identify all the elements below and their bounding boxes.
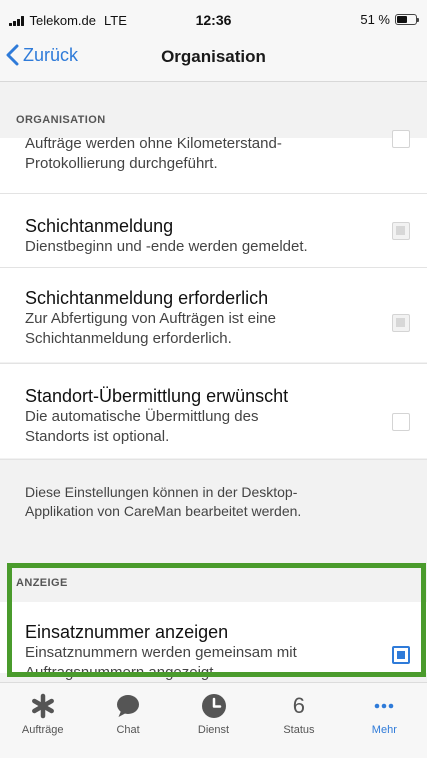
status-bar: Telekom.de LTE 12:36 51 % [0, 0, 427, 38]
setting-row-einsatznummer-anzeigen: Einsatznummer anzeigen Einsatznummern we… [0, 602, 427, 681]
setting-description-line1: Die automatische Übermittlung des [25, 408, 259, 425]
setting-checkbox-kilometerstand[interactable] [392, 130, 410, 148]
tab-label: Aufträge [21, 724, 64, 736]
setting-description-partial-line1: Aufträge werden ohne Kilometerstand- [25, 135, 282, 152]
settings-list[interactable]: ORGANISATION Aufträge werden ohne Kilome… [0, 82, 427, 682]
tab-label: Chat [116, 724, 140, 736]
setting-title: Schichtanmeldung erforderlich [25, 288, 269, 308]
battery-percentage: 51 % [360, 12, 390, 27]
setting-row-standort-uebermittlung: Standort-Übermittlung erwünscht Die auto… [0, 364, 427, 458]
chat-bubble-icon [115, 693, 141, 719]
section-header-anzeige: ANZEIGE [16, 577, 68, 589]
tab-label: Status [283, 724, 315, 736]
setting-checkbox-schichtanmeldung[interactable] [392, 222, 410, 240]
setting-description-line2: Auftragsnummern angezeigt [25, 664, 214, 681]
setting-title: Standort-Übermittlung erwünscht [25, 386, 289, 406]
footer-note-line1: Diese Einstellungen können in der Deskto… [25, 484, 298, 500]
setting-checkbox-einsatznummer-anzeigen[interactable] [392, 646, 410, 664]
tab-auftraege[interactable]: Aufträge [0, 683, 85, 758]
section-footer-note: Diese Einstellungen können in der Deskto… [25, 483, 405, 521]
status-number: 6 [292, 693, 306, 718]
setting-row-kilometerstand: Aufträge werden ohne Kilometerstand- Pro… [0, 130, 427, 194]
tab-bar: Aufträge Chat Dienst 6 Status Mehr [0, 682, 427, 758]
setting-title: Schichtanmeldung [25, 216, 174, 236]
clock-icon [201, 693, 227, 719]
setting-description-line2: Schichtanmeldung erforderlich. [25, 330, 232, 347]
tab-label: Dienst [197, 724, 230, 736]
tab-chat[interactable]: Chat [85, 683, 170, 758]
setting-checkbox-standort-uebermittlung[interactable] [392, 413, 410, 431]
footer-note-line2: Applikation von CareMan bearbeitet werde… [25, 503, 302, 519]
setting-description-line1: Einsatznummern werden gemeinsam mit [25, 644, 297, 661]
setting-description-line1: Zur Abfertigung von Aufträgen ist eine [25, 310, 276, 327]
navigation-bar: Zurück Organisation [0, 38, 427, 82]
battery-icon [395, 14, 419, 25]
tab-label: Mehr [371, 724, 397, 736]
section-header-organisation: ORGANISATION [16, 114, 106, 126]
asterisk-icon [30, 693, 56, 719]
status-right: 51 % [360, 12, 419, 27]
divider [0, 459, 427, 460]
setting-description: Dienstbeginn und -ende werden gemeldet. [25, 238, 308, 255]
setting-checkbox-schichtanmeldung-erforderlich[interactable] [392, 314, 410, 332]
page-title: Organisation [161, 47, 266, 66]
number-icon: 6 [293, 693, 305, 719]
setting-row-schichtanmeldung-erforderlich: Schichtanmeldung erforderlich Zur Abfert… [0, 268, 427, 362]
more-dots-icon [371, 693, 397, 719]
setting-title: Einsatznummer anzeigen [25, 622, 229, 642]
setting-row-schichtanmeldung: Schichtanmeldung Dienstbeginn und -ende … [0, 194, 427, 267]
setting-description-line2: Standorts ist optional. [25, 428, 170, 445]
tab-status[interactable]: 6 Status [256, 683, 341, 758]
tab-mehr[interactable]: Mehr [342, 683, 427, 758]
tab-dienst[interactable]: Dienst [171, 683, 256, 758]
setting-description-partial-line2: Protokollierung durchgeführt. [25, 155, 218, 172]
